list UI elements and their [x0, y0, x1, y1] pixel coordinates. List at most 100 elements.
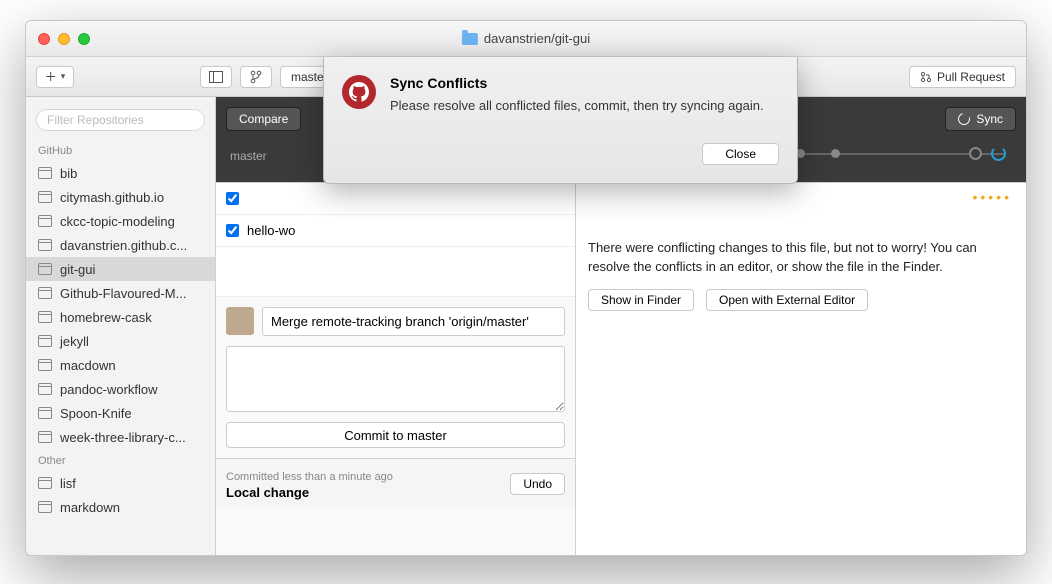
- commit-summary-input[interactable]: [262, 307, 565, 336]
- content-split: hello-wo Commit to master Committed less…: [216, 182, 1026, 555]
- file-row[interactable]: hello-wo: [216, 215, 575, 247]
- changes-pane: hello-wo Commit to master Committed less…: [216, 183, 576, 555]
- branch-icon: [250, 70, 262, 84]
- file-checkbox[interactable]: [226, 224, 239, 237]
- pull-request-label: Pull Request: [937, 70, 1005, 84]
- dialog-title: Sync Conflicts: [390, 75, 764, 91]
- sidebar-item-git-gui[interactable]: git-gui: [26, 257, 215, 281]
- repo-icon: [38, 263, 52, 275]
- minimize-window-button[interactable]: [58, 33, 70, 45]
- sync-icon: [956, 111, 972, 127]
- repo-icon: [38, 383, 52, 395]
- repo-label: davanstrien.github.c...: [60, 238, 187, 253]
- conflict-indicator-icon: •••••: [972, 189, 1012, 205]
- repo-icon: [38, 335, 52, 347]
- repo-label: homebrew-cask: [60, 310, 152, 325]
- repo-label: week-three-library-c...: [60, 430, 186, 445]
- dialog-footer: Close: [342, 143, 779, 165]
- branch-button[interactable]: [240, 66, 272, 88]
- repo-label: markdown: [60, 500, 120, 515]
- repo-icon: [38, 167, 52, 179]
- sidebar-item-bib[interactable]: bib: [26, 161, 215, 185]
- repo-label: Spoon-Knife: [60, 406, 132, 421]
- sidebar-item-lisf[interactable]: lisf: [26, 471, 215, 495]
- window-title-text: davanstrien/git-gui: [484, 31, 590, 46]
- sidebar-section-other: Other: [26, 449, 215, 471]
- show-in-finder-button[interactable]: Show in Finder: [588, 289, 694, 311]
- committed-ago: Committed less than a minute ago: [226, 471, 393, 483]
- sidebar-item-macdown[interactable]: macdown: [26, 353, 215, 377]
- repo-label: git-gui: [60, 262, 95, 277]
- repo-icon: [38, 407, 52, 419]
- repo-label: lisf: [60, 476, 76, 491]
- repo-label: pandoc-workflow: [60, 382, 158, 397]
- avatar: [226, 307, 254, 335]
- sidebar-section-github: GitHub: [26, 139, 215, 161]
- repo-icon: [38, 477, 52, 489]
- commit-timeline: [776, 153, 1006, 155]
- dialog-close-button[interactable]: Close: [702, 143, 779, 165]
- commit-node[interactable]: [831, 149, 840, 158]
- add-button[interactable]: ＋▾: [36, 66, 74, 88]
- sidebar-item-gfm[interactable]: Github-Flavoured-M...: [26, 281, 215, 305]
- dialog-body: Sync Conflicts Please resolve all confli…: [342, 75, 779, 115]
- open-external-editor-button[interactable]: Open with External Editor: [706, 289, 868, 311]
- repo-label: Github-Flavoured-M...: [60, 286, 186, 301]
- local-change-label: Local change: [226, 485, 393, 500]
- sidebar-item-week-three[interactable]: week-three-library-c...: [26, 425, 215, 449]
- commit-summary-row: [216, 297, 575, 346]
- sync-button[interactable]: Sync: [945, 107, 1016, 131]
- compare-button[interactable]: Compare: [226, 107, 301, 131]
- commit-description-input[interactable]: [226, 346, 565, 412]
- sidebar: Filter Repositories GitHub bib citymash.…: [26, 97, 216, 555]
- repo-icon: [38, 501, 52, 513]
- syncing-spinner-icon: [991, 146, 1006, 161]
- titlebar: davanstrien/git-gui: [26, 21, 1026, 57]
- dialog-message: Please resolve all conflicted files, com…: [390, 97, 764, 115]
- branch-label: master: [230, 149, 267, 163]
- commit-button[interactable]: Commit to master: [226, 422, 565, 448]
- sidebar-item-jekyll[interactable]: jekyll: [26, 329, 215, 353]
- sidebar-item-markdown[interactable]: markdown: [26, 495, 215, 519]
- sidebar-item-ckcc[interactable]: ckcc-topic-modeling: [26, 209, 215, 233]
- sidebar-item-pandoc[interactable]: pandoc-workflow: [26, 377, 215, 401]
- filter-repositories-input[interactable]: Filter Repositories: [36, 109, 205, 131]
- app-window: davanstrien/git-gui ＋▾ master▾ 1 Uncommi…: [25, 20, 1027, 556]
- pull-request-button[interactable]: Pull Request: [909, 66, 1016, 88]
- select-all-checkbox[interactable]: [226, 192, 239, 205]
- repo-icon: [38, 287, 52, 299]
- sync-conflicts-dialog: Sync Conflicts Please resolve all confli…: [323, 57, 798, 184]
- chevron-down-icon: ▾: [61, 71, 66, 82]
- repo-label: macdown: [60, 358, 116, 373]
- dialog-text: Sync Conflicts Please resolve all confli…: [390, 75, 764, 115]
- last-commit-block: Committed less than a minute ago Local c…: [216, 458, 575, 508]
- repo-label: jekyll: [60, 334, 89, 349]
- repo-icon: [38, 191, 52, 203]
- close-window-button[interactable]: [38, 33, 50, 45]
- sidebar-item-davanstrien[interactable]: davanstrien.github.c...: [26, 233, 215, 257]
- sidebar-item-homebrew[interactable]: homebrew-cask: [26, 305, 215, 329]
- repo-icon: [38, 239, 52, 251]
- last-commit-text: Committed less than a minute ago Local c…: [226, 467, 393, 500]
- repo-label: bib: [60, 166, 77, 181]
- sidebar-item-citymash[interactable]: citymash.github.io: [26, 185, 215, 209]
- commit-node-ring[interactable]: [969, 147, 982, 160]
- blank-area: [216, 247, 575, 297]
- panel-icon: [209, 71, 223, 83]
- repo-label: ckcc-topic-modeling: [60, 214, 175, 229]
- pull-request-icon: [920, 71, 932, 83]
- undo-button[interactable]: Undo: [510, 473, 565, 495]
- file-list: hello-wo: [216, 183, 575, 297]
- repo-icon: [38, 215, 52, 227]
- select-all-row[interactable]: [216, 183, 575, 215]
- sync-label: Sync: [976, 112, 1003, 126]
- file-name: hello-wo: [247, 223, 295, 238]
- sidebar-item-spoon-knife[interactable]: Spoon-Knife: [26, 401, 215, 425]
- github-alert-icon: [342, 75, 376, 109]
- zoom-window-button[interactable]: [78, 33, 90, 45]
- repo-icon: [38, 359, 52, 371]
- repo-icon: [38, 311, 52, 323]
- sidebar-toggle-button[interactable]: [200, 66, 232, 88]
- conflict-message: There were conflicting changes to this f…: [588, 239, 1014, 277]
- detail-actions: Show in Finder Open with External Editor: [588, 289, 1014, 311]
